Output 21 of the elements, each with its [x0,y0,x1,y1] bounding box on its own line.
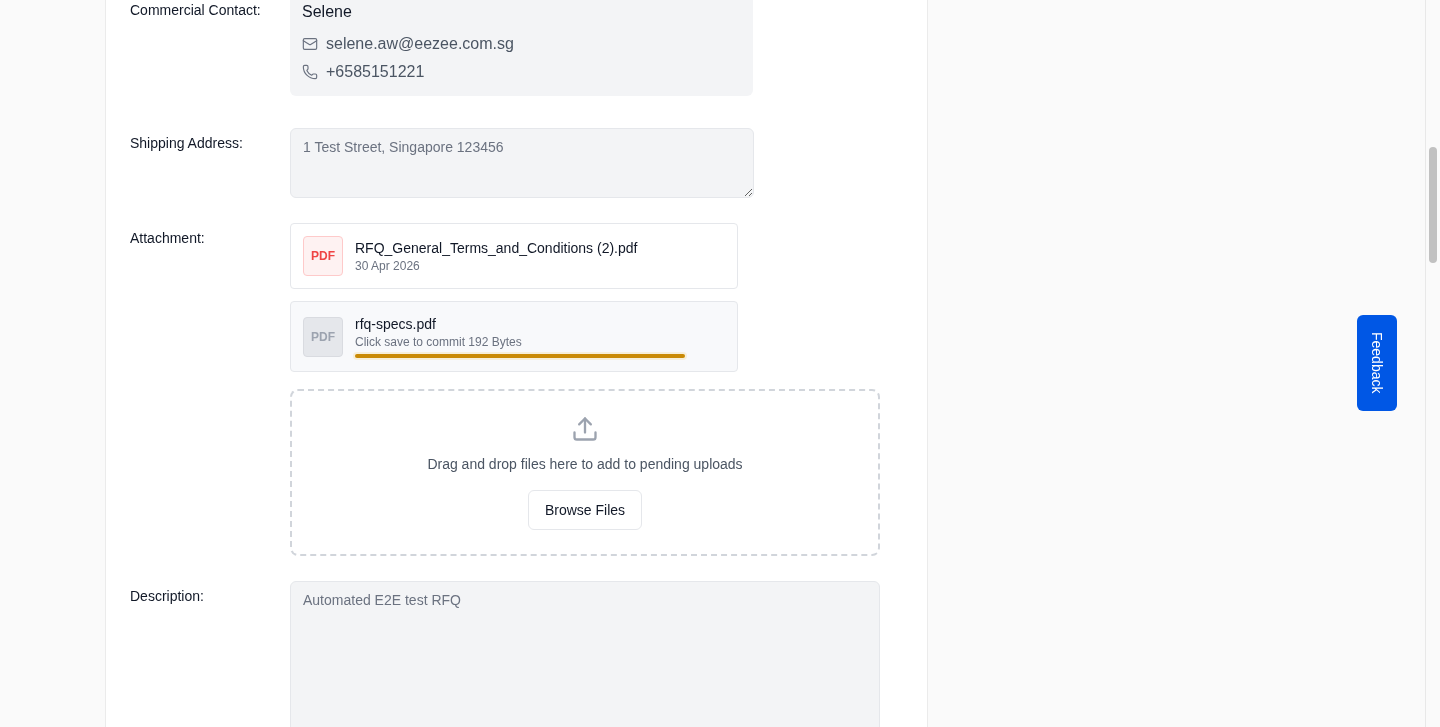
file-name: rfq-specs.pdf [355,315,436,334]
contact-name: Selene [302,2,352,22]
file-type-badge: PDF [303,236,343,276]
field-label: Shipping Address: [130,134,243,153]
phone-icon [302,64,318,80]
file-type-badge: PDF [303,317,343,357]
contact-email: selene.aw@eezee.com.sg [326,34,514,54]
mail-icon [302,36,318,52]
file-name: RFQ_General_Terms_and_Conditions (2).pdf [355,239,638,258]
file-dropzone[interactable]: Drag and drop files here to add to pending uploads Browse Files [290,389,880,556]
field-label: Commercial Contact: [130,1,261,20]
upload-icon [571,415,599,443]
file-status: Click save to commit 192 Bytes [355,334,522,350]
contact-phone: +6585151221 [326,62,425,82]
browse-files-button[interactable]: Browse Files [527,490,643,530]
field-label: Attachment: [130,229,205,248]
feedback-button[interactable]: Feedback [1357,315,1397,411]
field-label: Description: [130,587,204,606]
scrollbar-thumb[interactable] [1429,147,1437,263]
file-date: 30 Apr 2026 [355,258,420,274]
dropzone-hint: Drag and drop files here to add to pending uploads [427,455,743,474]
